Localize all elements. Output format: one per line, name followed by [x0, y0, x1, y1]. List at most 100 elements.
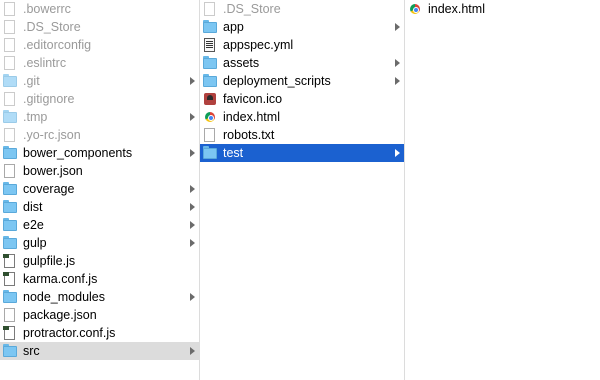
- item-label: package.json: [23, 308, 97, 322]
- list-item[interactable]: .bowerrc: [0, 0, 199, 18]
- item-label: assets: [223, 56, 260, 70]
- disclosure-arrow-icon: [395, 77, 400, 85]
- list-item[interactable]: .editorconfig: [0, 36, 199, 54]
- item-label: gulp: [23, 236, 47, 250]
- list-item[interactable]: .eslintrc: [0, 54, 199, 72]
- disclosure-arrow-icon: [190, 221, 195, 229]
- item-label: .gitignore: [23, 92, 75, 106]
- list-item[interactable]: .tmp: [0, 108, 199, 126]
- list-item[interactable]: app: [200, 18, 404, 36]
- list-item[interactable]: protractor.conf.js: [0, 324, 199, 342]
- list-item[interactable]: e2e: [0, 216, 199, 234]
- list-item[interactable]: index.html: [200, 108, 404, 126]
- document-icon: [3, 20, 17, 34]
- folder-icon: [3, 110, 17, 124]
- script-icon: [3, 254, 17, 268]
- list-item[interactable]: appspec.yml: [200, 36, 404, 54]
- disclosure-arrow-icon: [190, 203, 195, 211]
- list-item[interactable]: index.html: [405, 0, 600, 18]
- item-label: karma.conf.js: [23, 272, 98, 286]
- item-label: deployment_scripts: [223, 74, 331, 88]
- item-label: robots.txt: [223, 128, 275, 142]
- list-item[interactable]: bower.json: [0, 162, 199, 180]
- item-label: e2e: [23, 218, 44, 232]
- folder-icon: [203, 146, 217, 160]
- list-item[interactable]: robots.txt: [200, 126, 404, 144]
- disclosure-arrow-icon: [190, 113, 195, 121]
- disclosure-arrow-icon: [190, 293, 195, 301]
- disclosure-arrow-icon: [395, 149, 400, 157]
- list-item[interactable]: node_modules: [0, 288, 199, 306]
- list-item[interactable]: gulpfile.js: [0, 252, 199, 270]
- item-label: index.html: [223, 110, 280, 124]
- disclosure-arrow-icon: [190, 149, 195, 157]
- document-icon: [3, 92, 17, 106]
- folder-icon: [203, 20, 217, 34]
- disclosure-arrow-icon: [190, 239, 195, 247]
- item-label: bower.json: [23, 164, 83, 178]
- script-icon: [3, 326, 17, 340]
- list-item[interactable]: coverage: [0, 180, 199, 198]
- item-label: index.html: [428, 2, 485, 16]
- folder-icon: [3, 74, 17, 88]
- list-item[interactable]: dist: [0, 198, 199, 216]
- folder-icon: [203, 74, 217, 88]
- list-item[interactable]: .gitignore: [0, 90, 199, 108]
- item-label: src: [23, 344, 40, 358]
- item-label: coverage: [23, 182, 75, 196]
- folder-icon: [3, 290, 17, 304]
- item-label: node_modules: [23, 290, 106, 304]
- disclosure-arrow-icon: [190, 347, 195, 355]
- item-label: favicon.ico: [223, 92, 283, 106]
- list-item[interactable]: .git: [0, 72, 199, 90]
- item-label: .editorconfig: [23, 38, 92, 52]
- folder-icon: [3, 200, 17, 214]
- folder-icon: [3, 218, 17, 232]
- list-item[interactable]: src: [0, 342, 199, 360]
- disclosure-arrow-icon: [190, 77, 195, 85]
- disclosure-arrow-icon: [190, 185, 195, 193]
- column-1: .bowerrc .DS_Store .editorconfig .eslintrc.…: [0, 0, 199, 380]
- chrome-html-icon: [203, 110, 217, 124]
- item-label: dist: [23, 200, 43, 214]
- item-label: app: [223, 20, 244, 34]
- item-label: .bowerrc: [23, 2, 71, 16]
- item-label: .tmp: [23, 110, 48, 124]
- list-item[interactable]: .DS_Store: [0, 18, 199, 36]
- list-item[interactable]: assets: [200, 54, 404, 72]
- document-icon: [203, 2, 217, 16]
- list-item[interactable]: package.json: [0, 306, 199, 324]
- list-item[interactable]: .DS_Store: [200, 0, 404, 18]
- folder-icon: [3, 146, 17, 160]
- document-icon: [3, 56, 17, 70]
- item-label: .DS_Store: [223, 2, 281, 16]
- document-icon: [3, 2, 17, 16]
- column-3: index.html: [405, 0, 600, 380]
- item-label: protractor.conf.js: [23, 326, 116, 340]
- folder-icon: [3, 344, 17, 358]
- yml-file-icon: [203, 38, 217, 52]
- folder-icon: [3, 236, 17, 250]
- ico-file-icon: [203, 92, 217, 106]
- document-icon: [3, 128, 17, 142]
- item-label: .DS_Store: [23, 20, 81, 34]
- disclosure-arrow-icon: [395, 23, 400, 31]
- item-label: appspec.yml: [223, 38, 294, 52]
- column-2: .DS_Storeapp appspec.yml assets deployment_…: [200, 0, 404, 380]
- folder-icon: [3, 182, 17, 196]
- document-icon: [3, 308, 17, 322]
- chrome-html-icon: [408, 2, 422, 16]
- item-label: .yo-rc.json: [23, 128, 81, 142]
- list-item[interactable]: favicon.ico: [200, 90, 404, 108]
- list-item[interactable]: karma.conf.js: [0, 270, 199, 288]
- list-item[interactable]: .yo-rc.json: [0, 126, 199, 144]
- list-item[interactable]: test: [200, 144, 404, 162]
- list-item[interactable]: deployment_scripts: [200, 72, 404, 90]
- disclosure-arrow-icon: [395, 59, 400, 67]
- list-item[interactable]: gulp: [0, 234, 199, 252]
- list-item[interactable]: bower_components: [0, 144, 199, 162]
- document-icon: [203, 128, 217, 142]
- item-label: test: [223, 146, 244, 160]
- script-icon: [3, 272, 17, 286]
- folder-icon: [203, 56, 217, 70]
